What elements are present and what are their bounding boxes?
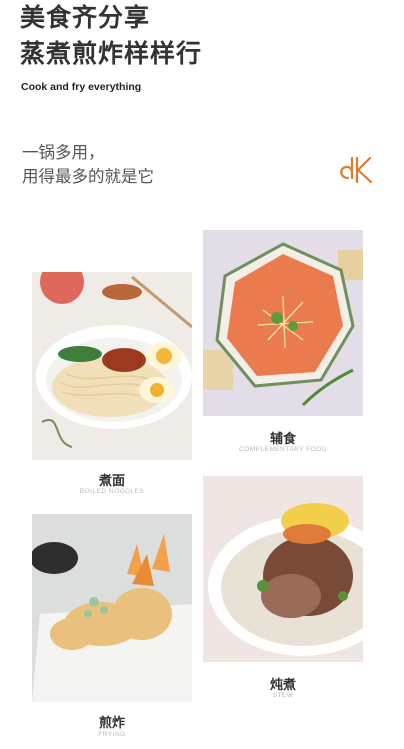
title-line-2: 蒸煮煎炸样样行 bbox=[20, 39, 203, 68]
stew-photo bbox=[203, 476, 363, 662]
food-title-stew: 炖煮 bbox=[269, 678, 296, 693]
food-subtitle-stew: STEW bbox=[272, 692, 294, 699]
title-line-1: 美食齐分享 bbox=[20, 3, 151, 32]
food-subtitle-complementary-food: COMPLEMENTARY FOOD bbox=[238, 446, 328, 453]
food-title-complementary-food: 辅食 bbox=[269, 432, 296, 447]
food-subtitle-boiled-noodles: BOILED NOODLES bbox=[79, 488, 145, 495]
complementary-food-photo bbox=[203, 230, 363, 416]
dk-logo-icon bbox=[340, 156, 373, 184]
slogan-line-2: 用得最多的就是它 bbox=[22, 167, 154, 186]
food-subtitle-frying: FRYING bbox=[98, 731, 126, 738]
food-title-frying: 煎炸 bbox=[98, 716, 125, 731]
food-title-boiled-noodles: 煮面 bbox=[98, 474, 125, 489]
slogan-line-1: 一锅多用， bbox=[22, 143, 105, 162]
boiled-noodles-photo bbox=[32, 272, 192, 460]
frying-photo bbox=[32, 514, 192, 702]
subtitle: Cook and fry everything bbox=[21, 81, 142, 93]
